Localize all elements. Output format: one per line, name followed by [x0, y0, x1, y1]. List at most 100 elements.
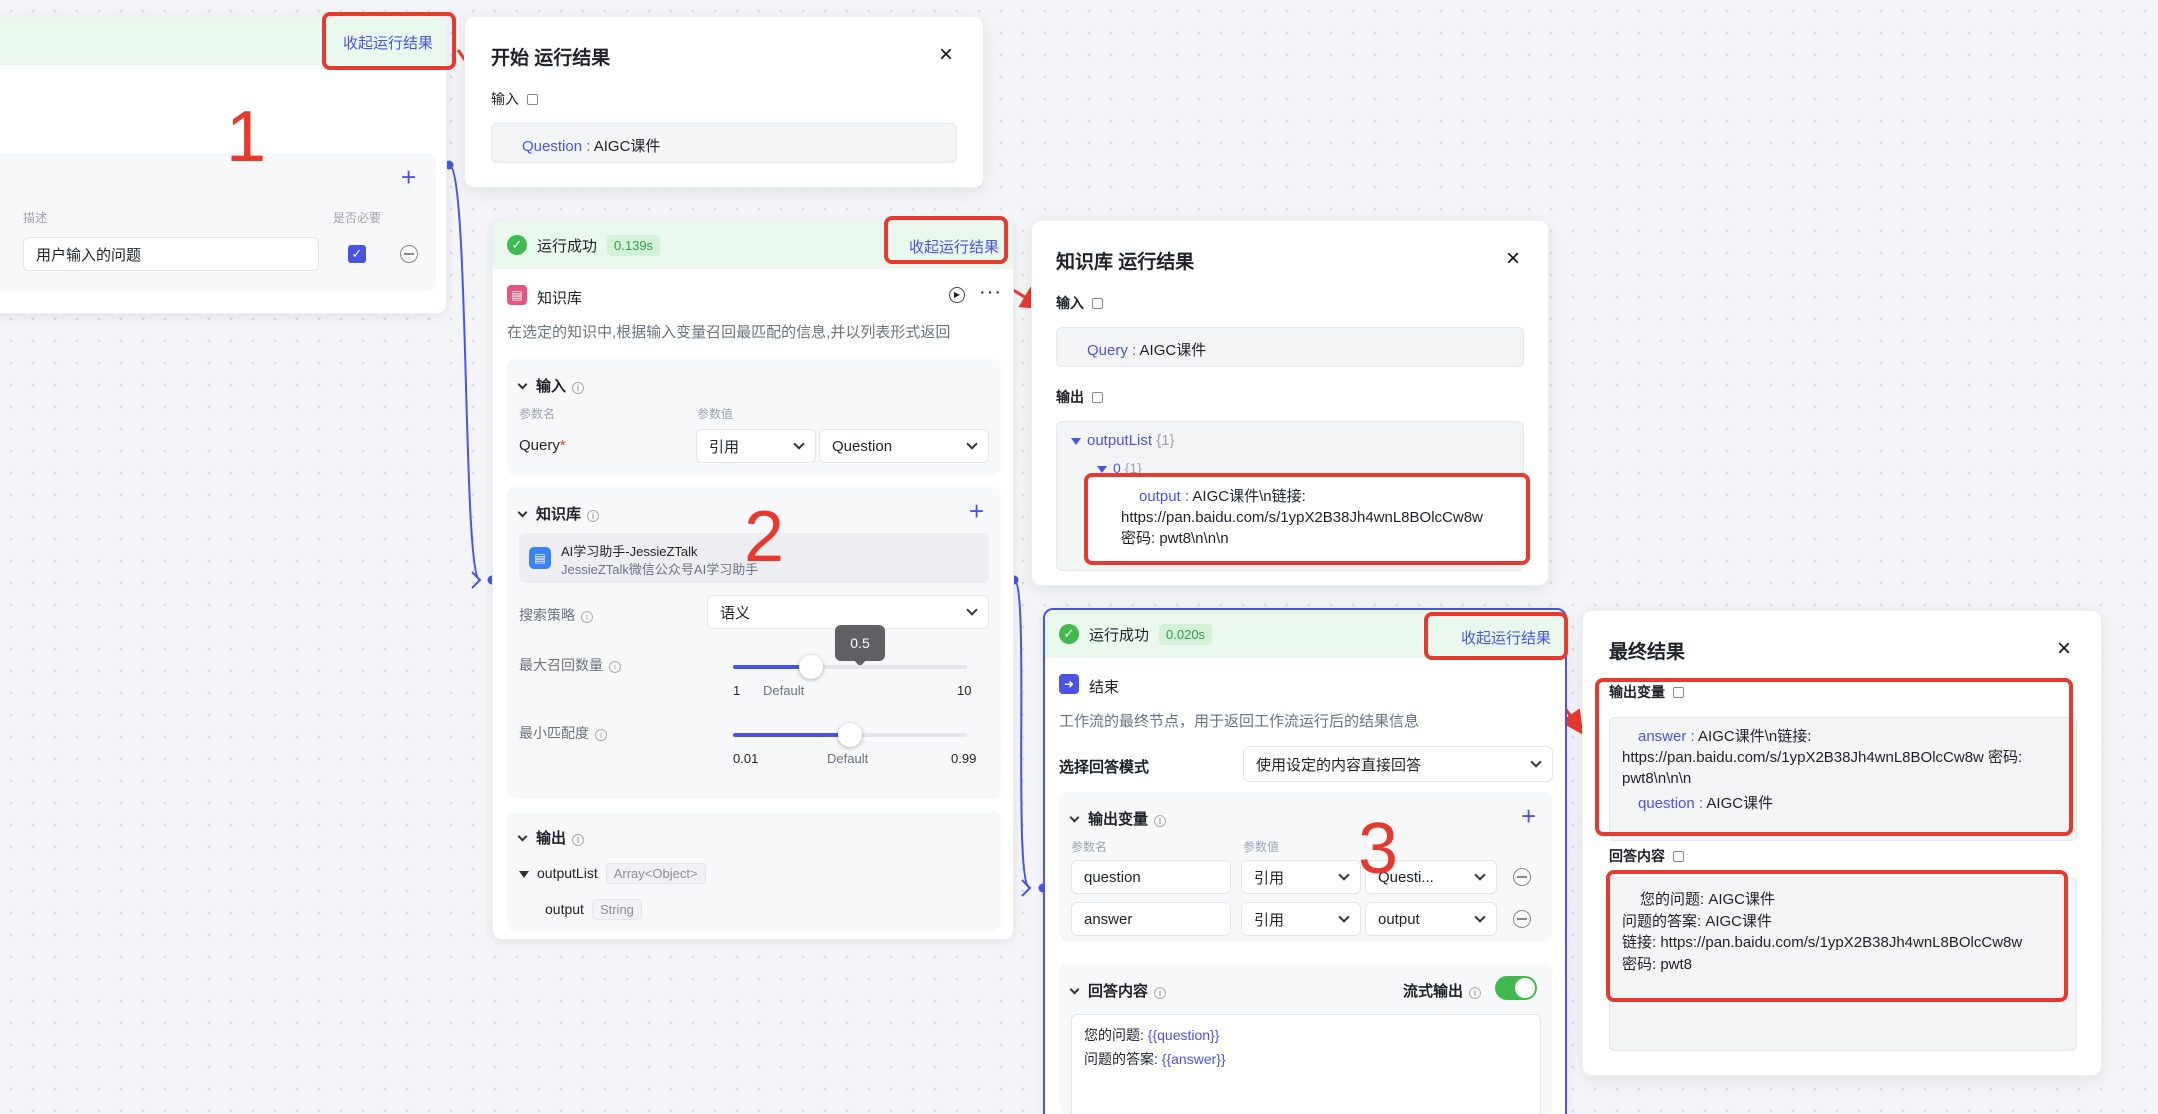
output-list-key: outputList — [1087, 432, 1153, 449]
copy-icon[interactable] — [1673, 687, 1684, 698]
info-icon: i — [572, 382, 585, 394]
collapse-button-end[interactable]: 收起运行结果 — [1461, 627, 1551, 648]
mode-select[interactable]: 使用设定的内容直接回答 — [1243, 746, 1553, 782]
add-kb-icon[interactable]: + — [969, 498, 984, 524]
match-slider-handle[interactable] — [838, 723, 862, 747]
input-value-box: Query : AIGC课件 — [1056, 327, 1524, 367]
question-key: question — [1638, 795, 1695, 812]
template-var: {{answer}} — [1161, 1051, 1226, 1067]
input-label: 输入 — [491, 89, 538, 109]
mode-value: 使用设定的内容直接回答 — [1256, 756, 1422, 774]
content-line-2: 问题的答案: AIGC课件 — [1622, 912, 1773, 930]
collapse-button-start[interactable]: 收起运行结果 — [343, 32, 433, 53]
caret-down-icon — [1071, 438, 1081, 445]
answer-section-label: 回答内容 — [1088, 983, 1149, 1000]
close-icon[interactable]: × — [939, 43, 953, 67]
close-icon[interactable]: × — [1506, 247, 1520, 271]
match-max: 0.99 — [951, 751, 977, 766]
vars-section-title[interactable]: 输出变量 i — [1069, 808, 1167, 829]
end-vars-section: 输出变量 i + 参数名 参数值 question 引用 Questi... an… — [1059, 792, 1553, 942]
info-icon: i — [1154, 987, 1167, 999]
kb-subtitle: JessieZTalk微信公众号AI学习助手 — [561, 562, 759, 577]
start-result-panel: 开始 运行结果 × 输入 Question : AIGC课件 — [464, 16, 984, 188]
collapse-button-kb[interactable]: 收起运行结果 — [909, 236, 999, 257]
required-header: 是否必要 — [333, 211, 382, 225]
desc-field[interactable]: 用户输入的问题 — [23, 237, 319, 271]
copy-icon[interactable] — [1092, 298, 1103, 309]
ref-type-select[interactable]: 引用 — [1241, 902, 1361, 936]
node-title: 知识库 — [537, 290, 583, 307]
run-icon[interactable]: ▶ — [949, 287, 965, 303]
question-line: question : AIGC课件 — [1622, 793, 2062, 814]
min-match-label: 最小匹配度 i — [519, 723, 607, 743]
ref-type-select[interactable]: 引用 — [696, 429, 816, 463]
param-name-header: 参数名 — [1071, 840, 1108, 854]
var-name-value: question — [1084, 868, 1141, 886]
end-answer-section: 回答内容 i 流式输出 i 您的问题: {{question}} 问题的答案: {{… — [1059, 964, 1553, 1114]
ref-type-select[interactable]: 引用 — [1241, 860, 1361, 894]
kb-node[interactable]: ✓ 运行成功 0.139s ▤ 知识库 ▶ ··· 在选定的知识中,根据输入变量… — [492, 220, 1014, 940]
output-section-title[interactable]: 输出 i — [517, 827, 585, 848]
info-icon: i — [587, 510, 600, 522]
output-list-row[interactable]: outputList {1} — [1071, 432, 1175, 449]
param-value-header: 参数值 — [697, 407, 734, 421]
output-line-1: output : AIGC课件\n链接: — [1121, 486, 1483, 507]
success-icon: ✓ — [507, 235, 527, 255]
recall-max: 10 — [957, 683, 972, 698]
info-icon: i — [609, 661, 621, 673]
ref-value: output — [1378, 910, 1420, 928]
content-line-1: 您的问题: AIGC课件 — [1640, 891, 1776, 908]
copy-icon[interactable] — [527, 94, 538, 105]
output-key: output — [1139, 488, 1181, 505]
remove-icon[interactable] — [1513, 868, 1531, 886]
remove-icon[interactable] — [400, 245, 418, 263]
input-label: 输入 — [1056, 293, 1103, 313]
output-entry: output : AIGC课件\n链接: https://pan.baidu.c… — [1121, 486, 1483, 549]
match-fill — [733, 733, 850, 737]
toggle-knob — [1515, 978, 1535, 998]
kb-icon: ▤ — [507, 285, 527, 305]
copy-icon[interactable] — [1092, 392, 1103, 403]
info-icon: i — [1469, 987, 1482, 999]
answer-value-1: AIGC课件\n链接: — [1698, 728, 1812, 745]
input-section-label: 输入 — [536, 378, 567, 395]
stream-label-text: 流式输出 — [1403, 983, 1464, 1000]
edge-start-kb — [448, 164, 481, 581]
vars-label-text: 输出变量 — [1609, 684, 1665, 700]
input-kv: Query : AIGC课件 — [1087, 339, 1206, 360]
status-text: 运行成功 — [1089, 626, 1150, 644]
ref-value-select[interactable]: Question — [819, 429, 989, 463]
match-min: 0.01 — [733, 751, 759, 766]
answer-template-editor[interactable]: 您的问题: {{question}} 问题的答案: {{answer}} — [1071, 1014, 1541, 1114]
close-icon[interactable]: × — [2057, 637, 2071, 661]
ref-value: Question — [832, 437, 893, 455]
kv-separator: : — [582, 138, 594, 155]
required-checkbox[interactable]: ✓ — [348, 245, 366, 263]
query-label: Query* — [519, 437, 566, 454]
ref-value-select[interactable]: output — [1365, 902, 1497, 936]
copy-icon[interactable] — [1673, 851, 1684, 862]
answer-section-title[interactable]: 回答内容 i — [1069, 980, 1167, 1001]
output-item-name: output — [545, 901, 584, 917]
output-list-row[interactable]: outputList Array<Object> — [519, 863, 706, 884]
var-name-field[interactable]: answer — [1071, 902, 1231, 936]
content-line-4: 密码: pwt8 — [1622, 955, 1693, 973]
desc-header: 描述 — [23, 211, 48, 225]
input-section-title[interactable]: 输入 i — [517, 375, 585, 396]
input-value-box: Question : AIGC课件 — [491, 123, 957, 163]
kb-section-title[interactable]: 知识库 i — [517, 503, 600, 524]
template-line-2: 问题的答案: {{answer}} — [1084, 1049, 1226, 1069]
remove-icon[interactable] — [1513, 910, 1531, 928]
recall-slider-handle[interactable] — [799, 655, 823, 679]
add-icon[interactable]: + — [401, 164, 416, 190]
strategy-select[interactable]: 语义 — [707, 595, 989, 629]
info-icon: i — [572, 834, 585, 846]
final-vars: answer : AIGC课件\n链接: https://pan.baidu.c… — [1622, 726, 2062, 814]
add-var-icon[interactable]: + — [1521, 803, 1536, 829]
more-icon[interactable]: ··· — [979, 281, 1002, 304]
var-name-field[interactable]: question — [1071, 860, 1231, 894]
stream-toggle[interactable] — [1495, 976, 1537, 1000]
answer-value-3: pwt8\n\n\n — [1622, 770, 1692, 787]
kv-separator: : — [1686, 728, 1699, 745]
end-node[interactable]: ✓ 运行成功 0.020s ➜ 结束 工作流的最终节点，用于返回工作流运行后的结… — [1043, 608, 1567, 1114]
